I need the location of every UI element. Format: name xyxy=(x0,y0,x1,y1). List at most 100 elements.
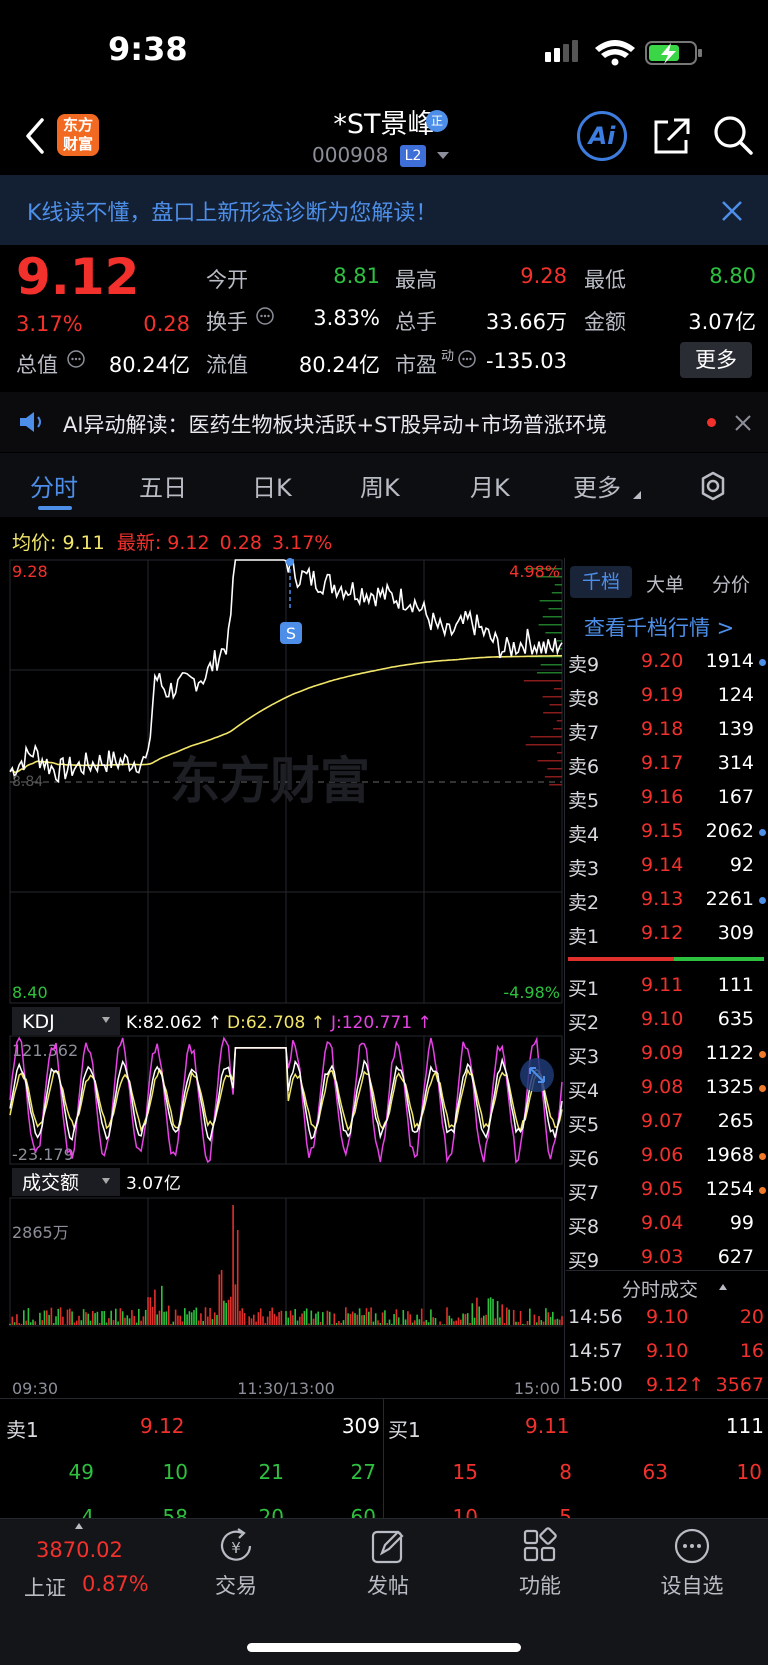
post-icon[interactable] xyxy=(368,1526,408,1566)
app-logo[interactable]: 东方 财富 xyxy=(57,114,99,156)
more-icon[interactable] xyxy=(672,1526,712,1566)
volume-bar xyxy=(158,1310,161,1325)
bid-row[interactable]: 买8 9.04 99 xyxy=(566,1206,768,1240)
signal-marker-label: S xyxy=(286,624,296,643)
tab-watchlist[interactable]: 设自选 xyxy=(642,1570,742,1600)
volume-bar xyxy=(103,1311,106,1325)
tab-monthly-k[interactable]: 月K xyxy=(470,468,510,503)
trade-icon[interactable]: ¥ xyxy=(216,1526,256,1566)
tab-more[interactable]: 更多 xyxy=(573,468,621,503)
level-volume: 265 xyxy=(717,1110,754,1132)
back-icon[interactable] xyxy=(22,116,48,156)
tab-trade[interactable]: 交易 xyxy=(186,1570,286,1600)
tab-post[interactable]: 发帖 xyxy=(338,1570,438,1600)
volume-bar xyxy=(101,1311,103,1325)
ticks-title[interactable]: 分时成交 xyxy=(622,1275,698,1302)
depth-link[interactable]: 查看千档行情 > xyxy=(584,612,734,642)
ask-row[interactable]: 卖3 9.14 92 xyxy=(566,848,768,882)
volume-bar xyxy=(204,1307,207,1325)
gear-icon[interactable] xyxy=(697,470,729,502)
volume-bar xyxy=(402,1310,405,1325)
volume-bar xyxy=(269,1311,271,1325)
intraday-chart[interactable]: 东方财富 S 9.28 8.40 4.98% -4.98% 8.84 KDJ K… xyxy=(0,558,566,1518)
ask-row[interactable]: 卖8 9.19 124 xyxy=(566,678,768,712)
bid-row[interactable]: 买9 9.03 627 xyxy=(566,1240,768,1274)
volume-bar xyxy=(409,1314,411,1325)
volume-bar xyxy=(181,1321,184,1325)
ask-row[interactable]: 卖1 9.12 309 xyxy=(566,916,768,950)
volume-bar xyxy=(213,1312,216,1325)
volume-bar xyxy=(322,1312,324,1325)
divider xyxy=(566,1270,768,1271)
volume-bar xyxy=(349,1313,352,1325)
wifi-icon xyxy=(595,40,635,66)
volume-bar xyxy=(489,1297,492,1325)
tab-big-orders[interactable]: 大单 xyxy=(646,570,684,597)
dropdown-icon[interactable] xyxy=(436,151,450,161)
tab-price-dist[interactable]: 分价 xyxy=(712,570,750,597)
ask-row[interactable]: 卖7 9.18 139 xyxy=(566,712,768,746)
tab-intraday[interactable]: 分时 xyxy=(30,468,78,503)
ai-button[interactable]: Ai xyxy=(577,111,627,161)
level-volume: 111 xyxy=(717,974,754,996)
apps-icon[interactable] xyxy=(520,1526,560,1566)
volume-bar xyxy=(519,1310,522,1325)
ask-row[interactable]: 卖5 9.16 167 xyxy=(566,780,768,814)
bid-row[interactable]: 买5 9.07 265 xyxy=(566,1104,768,1138)
volume-bar xyxy=(289,1310,292,1325)
summary-buy-label: 买1 xyxy=(388,1418,421,1442)
volume-bar xyxy=(425,1319,428,1325)
bid-row[interactable]: 买2 9.10 635 xyxy=(566,1002,768,1036)
volume-bar xyxy=(59,1307,62,1325)
ask-row[interactable]: 卖6 9.17 314 xyxy=(566,746,768,780)
index-value[interactable]: 3870.02 xyxy=(36,1538,123,1562)
level-price: 9.07 xyxy=(641,1110,684,1132)
close-icon[interactable] xyxy=(721,200,743,222)
bid-row[interactable]: 买1 9.11 111 xyxy=(566,968,768,1002)
bid-row[interactable]: 买3 9.09 1122 xyxy=(566,1036,768,1070)
info-icon[interactable] xyxy=(457,349,477,369)
level-price: 9.06 xyxy=(641,1144,684,1166)
volume-bar xyxy=(411,1322,414,1325)
sell-queue-1: 49 xyxy=(68,1460,94,1484)
close-icon[interactable] xyxy=(734,414,752,432)
tab-weekly-k[interactable]: 周K xyxy=(360,468,400,503)
index-name[interactable]: 上证 xyxy=(24,1572,66,1602)
volume-bar xyxy=(128,1318,131,1325)
bid-row[interactable]: 买4 9.08 1325 xyxy=(566,1070,768,1104)
change-value: 0.28 xyxy=(143,312,190,336)
banner-text[interactable]: K线读不懂，盘口上新形态诊断为您解读！ xyxy=(27,195,437,227)
info-icon[interactable] xyxy=(66,349,86,369)
more-button[interactable]: 更多 xyxy=(680,342,752,378)
level-price: 9.15 xyxy=(641,820,684,842)
tab-five-day[interactable]: 五日 xyxy=(139,468,187,503)
tab-depth[interactable]: 千档 xyxy=(570,566,632,598)
tab-daily-k[interactable]: 日K xyxy=(252,468,292,503)
ask-row[interactable]: 卖4 9.15 2062 xyxy=(566,814,768,848)
level-price: 9.11 xyxy=(641,974,684,996)
ai-insight-text[interactable]: AI异动解读：医药生物板块活跃+ST股异动+市场普涨环境 xyxy=(63,409,607,439)
bid-row[interactable]: 买6 9.06 1968 xyxy=(566,1138,768,1172)
ask-row[interactable]: 卖9 9.20 1914 xyxy=(566,644,768,678)
buy-sell-ratio-red xyxy=(568,957,674,961)
index-pct[interactable]: 0.87% xyxy=(82,1572,149,1596)
volume-bar xyxy=(303,1311,306,1325)
search-icon[interactable] xyxy=(712,114,754,156)
volume-bar xyxy=(540,1320,543,1325)
volume-bar xyxy=(52,1323,55,1325)
level-volume: 99 xyxy=(729,1212,754,1234)
home-indicator xyxy=(247,1643,521,1652)
info-icon[interactable] xyxy=(255,306,275,326)
volume-bar xyxy=(335,1322,338,1325)
level-label: 买5 xyxy=(568,1114,600,1136)
ask-row[interactable]: 卖2 9.13 2261 xyxy=(566,882,768,916)
tab-functions[interactable]: 功能 xyxy=(490,1570,590,1600)
share-icon[interactable] xyxy=(652,116,692,156)
bid-row[interactable]: 买7 9.05 1254 xyxy=(566,1172,768,1206)
divider xyxy=(383,1398,384,1520)
volume-bar xyxy=(232,1205,234,1325)
volume-bar xyxy=(326,1310,329,1325)
kdj-d: D:62.708 ↑ xyxy=(227,1013,325,1033)
buy-queue-4: 10 xyxy=(736,1460,762,1484)
volume-bar xyxy=(529,1308,531,1325)
